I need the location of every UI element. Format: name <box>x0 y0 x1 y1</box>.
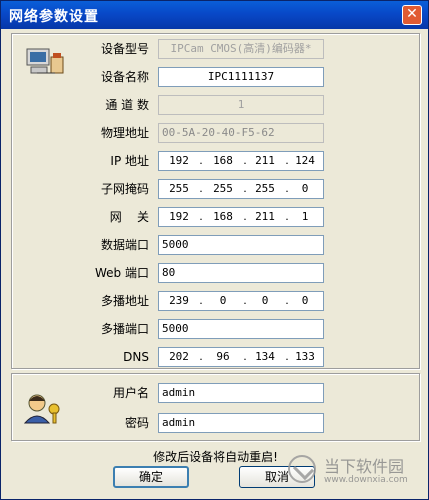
device-model-field: IPCam CMOS(高清)编码器* <box>158 39 324 59</box>
multicast-address-label: 多播地址 <box>100 294 149 308</box>
dns-octet-2[interactable]: 96 <box>205 348 241 366</box>
ip-address-field[interactable]: 192 . 168 . 211 . 124 <box>158 151 324 171</box>
device-model-label: 设备型号 <box>100 42 149 56</box>
gateway-octet-3[interactable]: 211 <box>247 208 283 226</box>
ip-octet-1[interactable]: 192 <box>161 152 197 170</box>
multicast-address-field[interactable]: 239 . 0 . 0 . 0 <box>158 291 324 311</box>
subnet-octet-2[interactable]: 255 <box>205 180 241 198</box>
subnet-octet-4[interactable]: 0 <box>287 180 323 198</box>
channels-label: 通 道 数 <box>105 98 149 112</box>
dns-octet-1[interactable]: 202 <box>161 348 197 366</box>
gateway-octet-2[interactable]: 168 <box>205 208 241 226</box>
data-port-field[interactable]: 5000 <box>158 235 324 255</box>
channels-field: 1 <box>158 95 324 115</box>
subnet-dot: . <box>199 182 203 195</box>
password-label: 密码 <box>124 416 149 430</box>
gateway-octet-4[interactable]: 1 <box>287 208 323 226</box>
dns-field[interactable]: 202 . 96 . 134 . 133 <box>158 347 324 367</box>
watermark-main-text: 当下软件园 <box>324 457 405 476</box>
ip-octet-3[interactable]: 211 <box>247 152 283 170</box>
multicast-dot: . <box>199 294 203 307</box>
ip-octet-2[interactable]: 168 <box>205 152 241 170</box>
username-label: 用户名 <box>112 386 149 400</box>
ip-dot: . <box>199 154 203 167</box>
subnet-label: 子网掩码 <box>100 182 149 196</box>
multicast-octet-3[interactable]: 0 <box>247 292 283 310</box>
multicast-octet-1[interactable]: 239 <box>161 292 197 310</box>
dns-label: DNS <box>123 350 149 364</box>
gateway-dot: . <box>199 210 203 223</box>
watermark-logo-icon <box>288 455 316 483</box>
username-field[interactable]: admin <box>158 383 324 403</box>
dns-octet-4[interactable]: 133 <box>287 348 323 366</box>
title-bar[interactable]: 网络参数设置 ✕ <box>1 1 428 29</box>
ip-octet-4[interactable]: 124 <box>287 152 323 170</box>
multicast-octet-4[interactable]: 0 <box>287 292 323 310</box>
web-port-field[interactable]: 80 <box>158 263 324 283</box>
close-button[interactable]: ✕ <box>402 5 422 25</box>
ok-button[interactable]: 确定 <box>113 466 189 488</box>
multicast-octet-2[interactable]: 0 <box>205 292 241 310</box>
data-port-label: 数据端口 <box>100 238 149 252</box>
mac-label: 物理地址 <box>100 126 149 140</box>
dns-octet-3[interactable]: 134 <box>247 348 283 366</box>
watermark: 当下软件园 www.downxia.com <box>288 453 418 493</box>
ip-label: IP 地址 <box>110 154 149 168</box>
dns-dot: . <box>199 350 203 363</box>
subnet-mask-field[interactable]: 255 . 255 . 255 . 0 <box>158 179 324 199</box>
window-title: 网络参数设置 <box>9 9 99 25</box>
web-port-label: Web 端口 <box>95 266 149 280</box>
password-field[interactable]: admin <box>158 413 324 433</box>
gateway-field[interactable]: 192 . 168 . 211 . 1 <box>158 207 324 227</box>
subnet-octet-3[interactable]: 255 <box>247 180 283 198</box>
gateway-octet-1[interactable]: 192 <box>161 208 197 226</box>
subnet-octet-1[interactable]: 255 <box>161 180 197 198</box>
device-name-label: 设备名称 <box>100 70 149 84</box>
mac-field: 00-5A-20-40-F5-62 <box>158 123 324 143</box>
multicast-port-field[interactable]: 5000 <box>158 319 324 339</box>
device-name-field[interactable]: IPC1111137 <box>158 67 324 87</box>
network-settings-dialog: 网络参数设置 ✕ 设备型号 IPCam CMOS(高清)编码器* 设备名称 IP… <box>0 0 429 500</box>
watermark-url: www.downxia.com <box>324 475 408 485</box>
multicast-port-label: 多播端口 <box>100 322 149 336</box>
gateway-label: 网 关 <box>109 210 149 224</box>
